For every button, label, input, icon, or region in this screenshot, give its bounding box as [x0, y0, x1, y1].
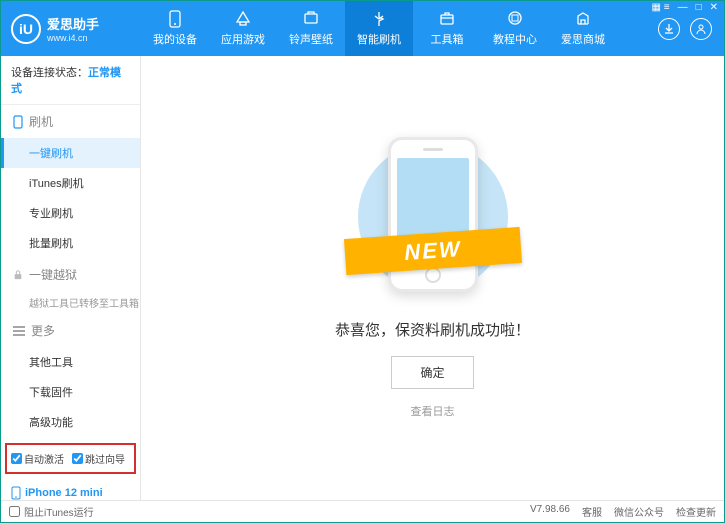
section-一键越狱[interactable]: 一键越狱: [1, 258, 140, 291]
user-button[interactable]: [690, 18, 712, 40]
options-highlight: 自动激活 跳过向导: [5, 443, 136, 474]
update-link[interactable]: 检查更新: [676, 504, 716, 519]
block-itunes-checkbox[interactable]: 阻止iTunes运行: [9, 504, 94, 519]
app-logo: iU 爱思助手 www.i4.cn: [1, 14, 141, 44]
nav-教程中心[interactable]: 教程中心: [481, 1, 549, 56]
app-title: 爱思助手: [47, 14, 99, 33]
status-bar: 阻止iTunes运行 V7.98.66 客服 微信公众号 检查更新: [1, 500, 724, 522]
menu-icon[interactable]: ▦ ≡: [649, 2, 673, 13]
section-刷机[interactable]: 刷机: [1, 105, 140, 138]
nav-智能刷机[interactable]: 智能刷机: [345, 1, 413, 56]
close-icon[interactable]: ✕: [707, 2, 721, 13]
logo-icon: iU: [11, 14, 41, 44]
nav-爱思商城[interactable]: 爱思商城: [549, 1, 617, 56]
sidebar-item-下载固件[interactable]: 下载固件: [1, 377, 140, 407]
sidebar-item-其他工具[interactable]: 其他工具: [1, 347, 140, 377]
app-subtitle: www.i4.cn: [47, 33, 99, 43]
sidebar-item-一键刷机[interactable]: 一键刷机: [1, 138, 140, 168]
nav-铃声壁纸[interactable]: 铃声壁纸: [277, 1, 345, 56]
success-illustration: NEW: [363, 137, 503, 297]
window-controls: ▦ ≡ — □ ✕: [645, 0, 725, 15]
main-nav: 我的设备应用游戏铃声壁纸智能刷机工具箱教程中心爱思商城: [141, 1, 658, 56]
wechat-link[interactable]: 微信公众号: [614, 504, 664, 519]
sidebar: 设备连接状态：正常模式 刷机一键刷机iTunes刷机专业刷机批量刷机一键越狱越狱…: [1, 56, 141, 500]
view-log-link[interactable]: 查看日志: [411, 403, 455, 419]
ok-button[interactable]: 确定: [391, 356, 473, 389]
sidebar-item-专业刷机[interactable]: 专业刷机: [1, 198, 140, 228]
service-link[interactable]: 客服: [582, 504, 602, 519]
maximize-icon[interactable]: □: [693, 2, 705, 13]
nav-工具箱[interactable]: 工具箱: [413, 1, 481, 56]
section-note: 越狱工具已转移至工具箱: [1, 291, 140, 314]
main-content: NEW 恭喜您，保资料刷机成功啦！ 确定 查看日志: [141, 56, 724, 500]
nav-应用游戏[interactable]: 应用游戏: [209, 1, 277, 56]
sidebar-item-高级功能[interactable]: 高级功能: [1, 407, 140, 437]
skip-guide-checkbox[interactable]: 跳过向导: [72, 451, 125, 466]
device-info: iPhone 12 mini 64GB Down-12mini-13,1: [1, 480, 140, 500]
minimize-icon[interactable]: —: [675, 2, 691, 13]
nav-我的设备[interactable]: 我的设备: [141, 1, 209, 56]
connection-status: 设备连接状态：正常模式: [1, 56, 140, 105]
version-label: V7.98.66: [530, 504, 570, 519]
auto-activate-checkbox[interactable]: 自动激活: [11, 451, 64, 466]
header-actions: [658, 18, 724, 40]
section-更多[interactable]: 更多: [1, 314, 140, 347]
sidebar-item-iTunes刷机[interactable]: iTunes刷机: [1, 168, 140, 198]
success-message: 恭喜您，保资料刷机成功啦！: [335, 319, 530, 340]
download-button[interactable]: [658, 18, 680, 40]
sidebar-item-批量刷机[interactable]: 批量刷机: [1, 228, 140, 258]
device-name[interactable]: iPhone 12 mini: [11, 486, 130, 500]
app-header: ▦ ≡ — □ ✕ iU 爱思助手 www.i4.cn 我的设备应用游戏铃声壁纸…: [1, 1, 724, 56]
